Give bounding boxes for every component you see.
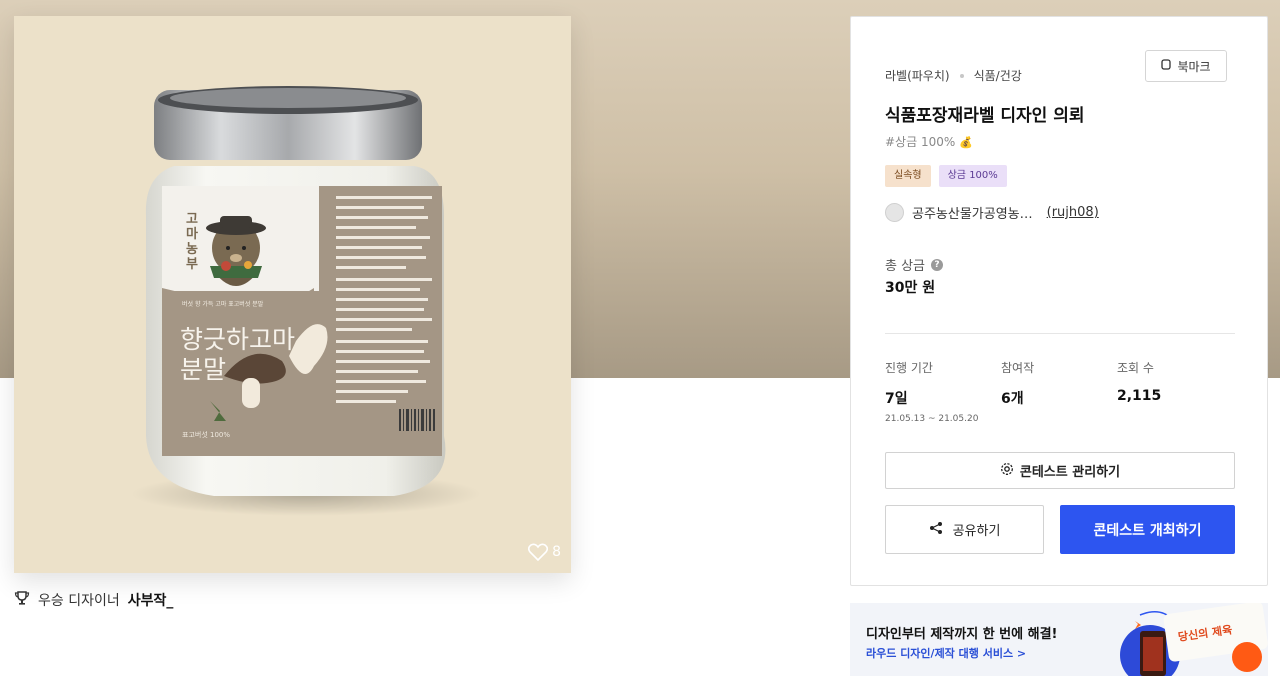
manage-contest-label: 콘테스트 관리하기 — [1019, 465, 1121, 480]
winner-designer: 우승 디자이너 사부작_ — [14, 590, 173, 610]
prize-label-text: 총 상금 — [885, 259, 926, 274]
category-breadcrumb: 라벨(파우치) 식품/건강 — [885, 67, 1022, 84]
hashtag-text: #상금 100% — [885, 135, 956, 149]
like-count: 8 — [552, 544, 561, 560]
host-name: 공주농산물가공영농… — [912, 207, 1033, 222]
heart-icon — [528, 543, 549, 561]
jar-product-name-2: 분말 — [180, 355, 226, 384]
banner-link[interactable]: 라우드 디자인/제작 대행 서비스 > — [866, 645, 1026, 661]
bookmark-label: 북마크 — [1177, 59, 1211, 74]
jar-ingredient: 표고버섯 100% — [182, 430, 230, 439]
divider — [885, 333, 1235, 334]
stat-views-label: 조회 수 — [1117, 361, 1154, 375]
stat-entries-label: 참여작 — [1001, 361, 1035, 375]
total-prize-label: 총 상금 ? — [885, 255, 944, 274]
stat-period-label: 진행 기간 — [885, 361, 933, 375]
host-handle[interactable]: (rujh08) — [1047, 205, 1099, 220]
brand-char: 마 — [186, 226, 198, 242]
share-icon — [929, 521, 943, 539]
badge-list: 실속형 상금 100% — [885, 165, 1007, 187]
banner-illustration: 당신의 제육 — [1120, 603, 1268, 676]
jar-illustration: 고 마 농 부 버섯 향 가득 고마 표고버섯 분말 향긋하고마 분말 표고버섯… — [131, 86, 481, 516]
bookmark-button[interactable]: 북마크 — [1145, 50, 1227, 82]
stat-views: 조회 수 2,115 — [1117, 359, 1161, 404]
contest-title: 식품포장재라벨 디자인 의뢰 — [885, 106, 1085, 126]
stat-period: 진행 기간 7일 21.05.13 ~ 21.05.20 — [885, 359, 978, 424]
separator-dot — [959, 73, 964, 78]
host-contest-button[interactable]: 콘테스트 개최하기 — [1060, 505, 1235, 554]
gear-icon — [1000, 462, 1014, 480]
banner-headline: 디자인부터 제작까지 한 번에 해결! — [866, 627, 1058, 642]
stat-views-value: 2,115 — [1117, 388, 1162, 404]
host-avatar — [885, 203, 904, 222]
manage-contest-button[interactable]: 콘테스트 관리하기 — [885, 452, 1235, 489]
jar-tagline: 버섯 향 가득 고마 표고버섯 분말 — [182, 300, 264, 308]
hashtag[interactable]: #상금 100% 💰 — [885, 133, 973, 150]
artwork-image[interactable]: 고 마 농 부 버섯 향 가득 고마 표고버섯 분말 향긋하고마 분말 표고버섯… — [14, 16, 571, 573]
badge-prize-full: 상금 100% — [938, 165, 1007, 187]
promo-banner[interactable]: 디자인부터 제작까지 한 번에 해결! 라우드 디자인/제작 대행 서비스 > … — [850, 603, 1268, 676]
stat-period-dates: 21.05.13 ~ 21.05.20 — [885, 414, 979, 424]
badge-realistic: 실속형 — [885, 165, 931, 187]
bookmark-icon — [1161, 59, 1172, 73]
money-bag-icon: 💰 — [959, 136, 973, 149]
host-info[interactable]: 공주농산물가공영농… (rujh08) — [885, 203, 1099, 222]
help-icon[interactable]: ? — [931, 258, 944, 271]
brand-char: 부 — [186, 257, 198, 272]
jar-product-name-1: 향긋하고마 — [180, 325, 295, 354]
stat-entries: 참여작 6개 — [1001, 359, 1034, 408]
like-counter[interactable]: 8 — [528, 543, 561, 561]
share-label: 공유하기 — [952, 524, 1001, 539]
winner-label: 우승 디자이너 — [38, 593, 120, 609]
contest-info-panel: 라벨(파우치) 식품/건강 북마크 식품포장재라벨 디자인 의뢰 #상금 100… — [850, 16, 1268, 586]
category-primary[interactable]: 라벨(파우치) — [885, 67, 950, 84]
stat-entries-value: 6개 — [1001, 391, 1024, 407]
brand-char: 농 — [186, 242, 198, 257]
winner-name[interactable]: 사부작_ — [128, 590, 174, 610]
trophy-icon — [14, 590, 30, 610]
category-secondary[interactable]: 식품/건강 — [974, 67, 1022, 84]
share-button[interactable]: 공유하기 — [885, 505, 1044, 554]
stat-period-value: 7일 — [885, 391, 908, 407]
brand-char: 고 — [186, 212, 198, 227]
total-prize-value: 30만 원 — [885, 280, 936, 296]
